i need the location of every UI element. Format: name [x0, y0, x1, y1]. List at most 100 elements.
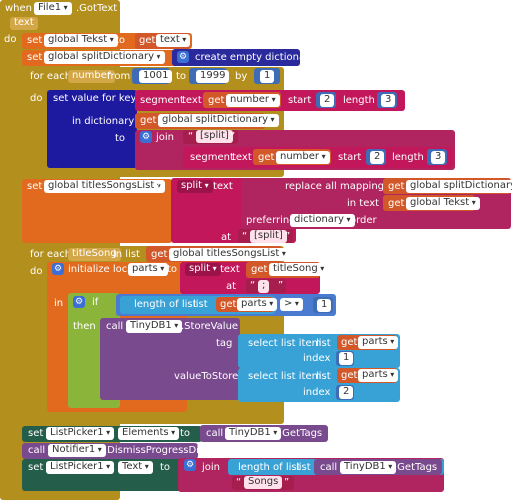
for-each-label: for each — [30, 71, 72, 82]
call-label: call — [28, 445, 46, 456]
start-label: start — [288, 95, 312, 106]
method-label: .GetTags — [394, 462, 438, 473]
dict-var-dropdown[interactable]: global splitDictionary — [406, 180, 512, 193]
join-label: join — [156, 132, 175, 143]
component-dropdown[interactable]: ListPicker1 — [46, 427, 115, 440]
text-label: text — [182, 95, 202, 106]
select-list-label: select list item — [248, 371, 322, 382]
in-text-label: in text — [347, 198, 380, 209]
to-label: to — [153, 181, 164, 192]
length-value[interactable]: 3 — [381, 94, 396, 107]
get-label: get — [341, 337, 358, 348]
length-value[interactable]: 3 — [431, 151, 446, 164]
dot: . — [112, 428, 116, 439]
do-label: do — [4, 34, 17, 45]
join-label: join — [202, 462, 221, 473]
songs-string-value[interactable]: Songs — [244, 476, 283, 489]
quote-open: “ — [236, 477, 242, 488]
call-component-dropdown[interactable]: TinyDB1 — [225, 427, 282, 440]
split-dropdown[interactable]: split — [177, 180, 213, 193]
get-label: get — [251, 264, 268, 275]
event-component-dropdown[interactable]: File1 — [34, 2, 72, 15]
property-dropdown[interactable]: Elements — [118, 427, 180, 440]
length-of-list-label: length of list — [134, 299, 197, 310]
tekst-var-dropdown[interactable]: global Tekst — [406, 197, 480, 210]
var-dropdown[interactable]: global titlesSongsList — [44, 180, 165, 193]
set-label: set — [27, 181, 43, 192]
var-dropdown[interactable]: global splitDictionary — [44, 51, 165, 64]
by-value[interactable]: 1 — [260, 70, 275, 83]
component-dropdown[interactable]: Notifier1 — [48, 444, 106, 457]
from-value[interactable]: 1001 — [139, 70, 173, 83]
get-var-dropdown[interactable]: number — [226, 94, 280, 107]
get-label: get — [258, 152, 275, 163]
compare-op-dropdown[interactable]: > — [280, 298, 303, 311]
then-label: then — [73, 321, 96, 332]
event-param-text[interactable]: text — [10, 17, 38, 30]
from-label: from — [107, 71, 131, 82]
to-label: to — [176, 71, 187, 82]
sep-string-value[interactable]: ; — [258, 280, 270, 293]
do-label: do — [30, 93, 43, 104]
text-label: text — [213, 181, 233, 192]
index-label: index — [303, 387, 331, 398]
list-var-dropdown[interactable]: global titlesSongsList — [169, 248, 290, 261]
get-label: get — [151, 249, 168, 260]
tag-label: tag — [216, 338, 233, 349]
segment-label: segment — [140, 95, 184, 106]
index-label: index — [303, 353, 331, 364]
op-value[interactable]: 1 — [317, 299, 332, 312]
titlesong-var[interactable]: titleSong — [269, 263, 329, 276]
get-var-dropdown[interactable]: number — [276, 151, 330, 164]
call-label: call — [320, 462, 338, 473]
in-dictionary-label: in dictionary — [72, 116, 135, 127]
gear-icon[interactable]: ⚙ — [177, 51, 189, 63]
var-dropdown[interactable]: global Tekst — [44, 34, 118, 47]
index-value[interactable]: 1 — [339, 352, 354, 365]
property-dropdown[interactable]: Text — [118, 461, 153, 474]
set-label: set — [28, 462, 44, 473]
split-dropdown[interactable]: split — [185, 263, 221, 276]
init-label: initialize local — [68, 264, 137, 275]
parts-var[interactable]: parts — [358, 369, 399, 382]
get-label: get — [140, 115, 157, 126]
method-label: .StoreValue — [181, 321, 239, 332]
get-label: get — [139, 35, 156, 46]
start-value[interactable]: 2 — [320, 94, 335, 107]
by-label: by — [235, 71, 248, 82]
gear-icon[interactable]: ⚙ — [73, 296, 85, 308]
dict-var-dropdown[interactable]: global splitDictionary — [158, 114, 279, 127]
text-label: text — [220, 264, 240, 275]
parts-var[interactable]: parts — [237, 298, 278, 311]
quote-open: “ — [188, 131, 194, 142]
call-label: call — [206, 428, 224, 439]
component-dropdown[interactable]: ListPicker1 — [46, 461, 115, 474]
to-label: to — [180, 428, 191, 439]
split-string-value[interactable]: [split] — [196, 130, 233, 143]
get-var-dropdown[interactable]: text — [156, 34, 191, 47]
to-value[interactable]: 1999 — [196, 70, 230, 83]
order-label: order — [350, 215, 377, 226]
in-list-label: in list — [113, 249, 140, 260]
call-component-dropdown[interactable]: TinyDB1 — [340, 461, 397, 474]
gear-icon[interactable]: ⚙ — [140, 131, 152, 143]
preferring-dropdown[interactable]: dictionary — [290, 214, 355, 227]
quote-close: ” — [285, 231, 291, 242]
gear-icon[interactable]: ⚙ — [184, 459, 196, 471]
text-label: text — [232, 152, 252, 163]
local-var[interactable]: parts — [128, 263, 169, 276]
start-value[interactable]: 2 — [370, 151, 385, 164]
split-string-value[interactable]: [split] — [250, 230, 287, 243]
value-to-store-label: valueToStore — [174, 371, 239, 382]
quote-close: ” — [230, 131, 236, 142]
list-label: list — [316, 338, 331, 349]
method-label: .DismissProgressDialog — [104, 445, 221, 456]
to-label: to — [155, 52, 166, 63]
component-dropdown[interactable]: TinyDB1 — [126, 320, 183, 333]
length-label: length — [392, 152, 424, 163]
gear-icon[interactable]: ⚙ — [52, 263, 64, 275]
preferring-label: preferring — [246, 215, 296, 226]
list-label: list — [193, 299, 208, 310]
index-value[interactable]: 2 — [339, 386, 354, 399]
parts-var[interactable]: parts — [358, 336, 399, 349]
